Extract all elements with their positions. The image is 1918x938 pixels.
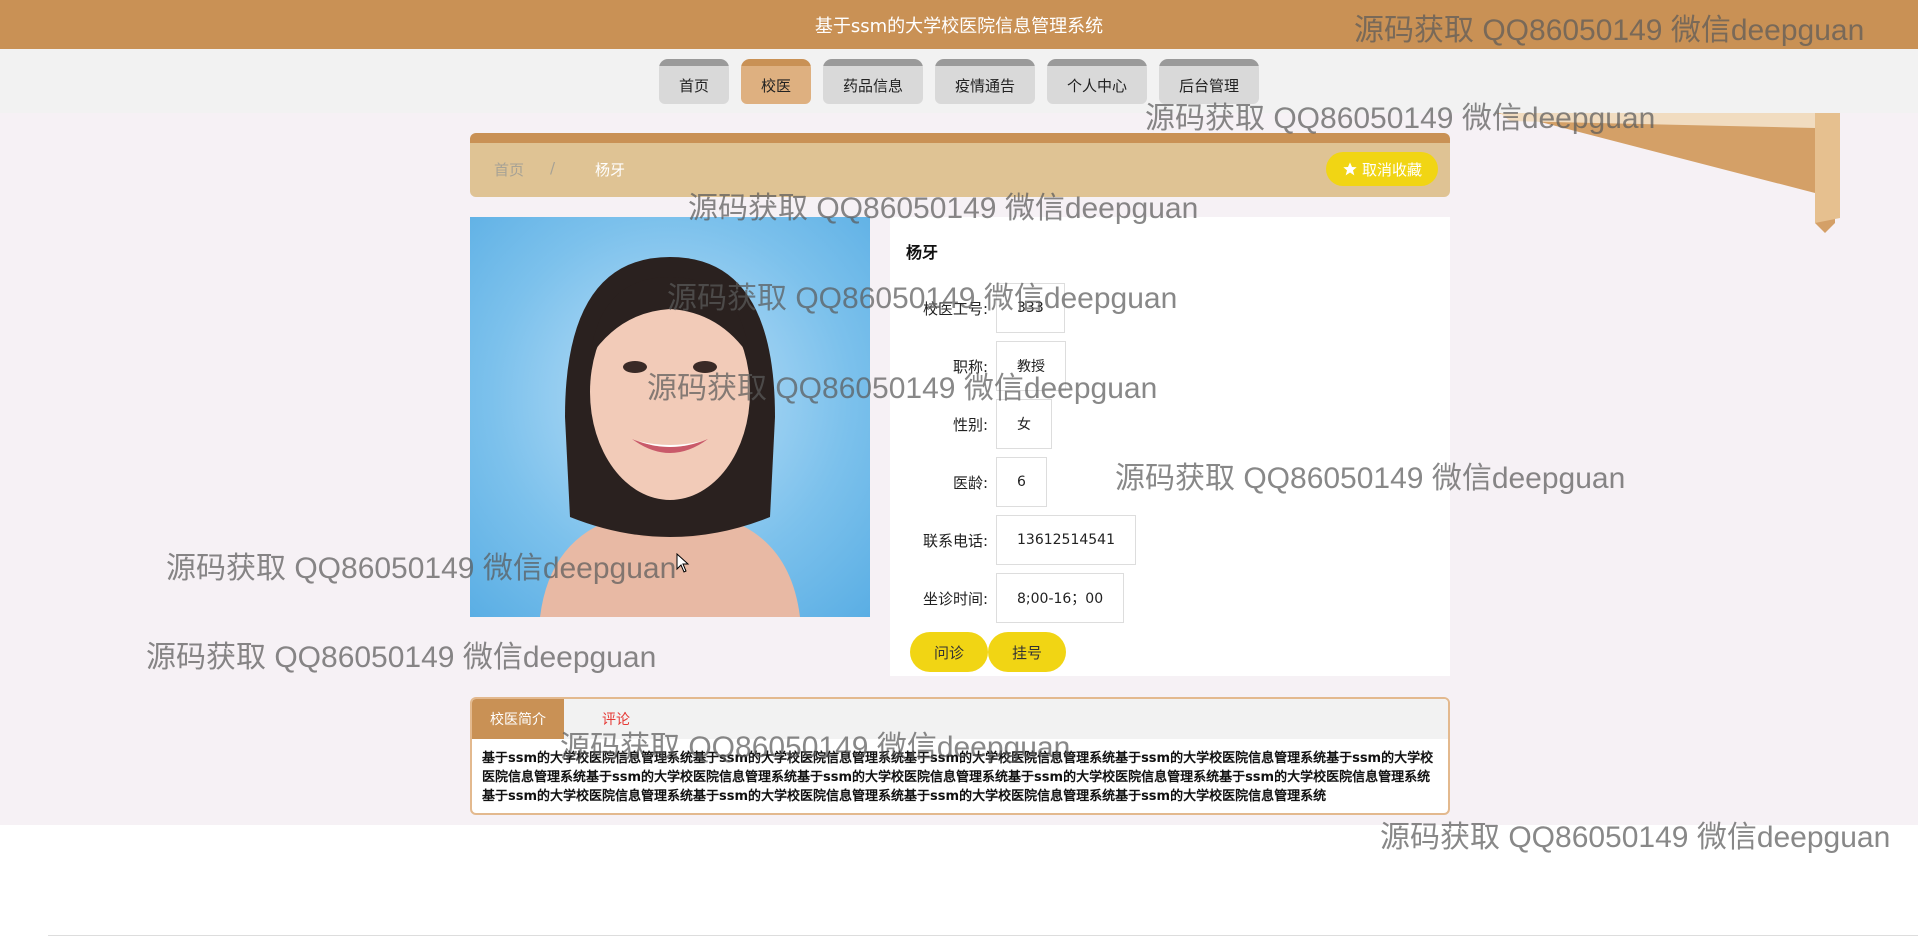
field-value: 13612514541 <box>996 515 1136 565</box>
field-gender: 性别: 女 <box>890 399 1052 449</box>
breadcrumb-current: 杨牙 <box>595 161 626 179</box>
field-value: 教授 <box>996 341 1066 391</box>
doctor-info-panel: 杨牙 校医工号: 333 职称: 教授 性别: 女 医龄: 6 联系电话: 13… <box>890 217 1450 676</box>
consult-button[interactable]: 问诊 <box>910 632 989 672</box>
unfavorite-button[interactable]: 取消收藏 <box>1325 152 1438 186</box>
field-value: 8;00-16；00 <box>996 573 1125 623</box>
nav-label: 校医 <box>760 77 791 95</box>
nav-label: 首页 <box>678 77 709 95</box>
field-years: 医龄: 6 <box>890 457 1047 507</box>
field-hours: 坐诊时间: 8;00-16；00 <box>890 573 1125 623</box>
intro-text: 基于ssm的大学校医院信息管理系统基于ssm的大学校医院信息管理系统基于ssm的… <box>482 751 1434 804</box>
nav-item-epidemic[interactable]: 疫情通告 <box>935 59 1036 104</box>
nav-item-home[interactable]: 首页 <box>658 59 729 104</box>
mouse-cursor-icon <box>676 553 690 573</box>
star-icon <box>1343 162 1357 176</box>
detail-tabs: 校医简介 评论 基于ssm的大学校医院信息管理系统基于ssm的大学校医院信息管理… <box>470 697 1450 815</box>
field-staff-id: 校医工号: 333 <box>890 283 1065 333</box>
nav-label: 疫情通告 <box>955 77 1016 95</box>
nav-item-profile[interactable]: 个人中心 <box>1047 59 1148 104</box>
nav-item-medicine[interactable]: 药品信息 <box>822 59 923 104</box>
doctor-photo <box>470 217 870 617</box>
field-phone: 联系电话: 13612514541 <box>890 515 1136 565</box>
decorative-ribbon <box>1495 113 1840 233</box>
nav-item-admin[interactable]: 后台管理 <box>1159 59 1260 104</box>
site-title: 基于ssm的大学校医院信息管理系统 <box>814 15 1104 37</box>
portrait-image <box>540 257 800 617</box>
tabs-header: 校医简介 评论 <box>472 699 1448 739</box>
breadcrumb-home[interactable]: 首页 <box>494 159 524 180</box>
field-value: 333 <box>996 283 1065 333</box>
field-title: 职称: 教授 <box>890 341 1066 391</box>
nav-label: 后台管理 <box>1179 77 1240 95</box>
tab-comments[interactable]: 评论 <box>584 699 648 739</box>
field-label: 性别: <box>952 415 988 434</box>
nav-label: 个人中心 <box>1067 77 1128 95</box>
divider <box>48 935 1918 936</box>
field-label: 医龄: <box>952 473 988 492</box>
field-label: 联系电话: <box>922 531 988 550</box>
nav-label: 药品信息 <box>842 77 903 95</box>
field-value: 6 <box>996 457 1047 507</box>
doctor-name: 杨牙 <box>906 243 939 262</box>
main-nav: 首页 校医 药品信息 疫情通告 个人中心 后台管理 <box>0 59 1918 104</box>
field-label: 校医工号: <box>922 299 988 318</box>
nav-item-doctors[interactable]: 校医 <box>740 59 811 104</box>
field-label: 坐诊时间: <box>922 589 988 608</box>
register-button[interactable]: 挂号 <box>988 632 1067 672</box>
breadcrumb: 首页 / 杨牙 取消收藏 <box>470 133 1450 197</box>
field-value: 女 <box>996 399 1052 449</box>
field-label: 职称: <box>952 357 988 376</box>
unfavorite-label: 取消收藏 <box>1361 160 1422 179</box>
tab-intro[interactable]: 校医简介 <box>472 699 564 739</box>
top-header: 基于ssm的大学校医院信息管理系统 <box>0 0 1918 49</box>
breadcrumb-separator: / <box>550 159 556 177</box>
